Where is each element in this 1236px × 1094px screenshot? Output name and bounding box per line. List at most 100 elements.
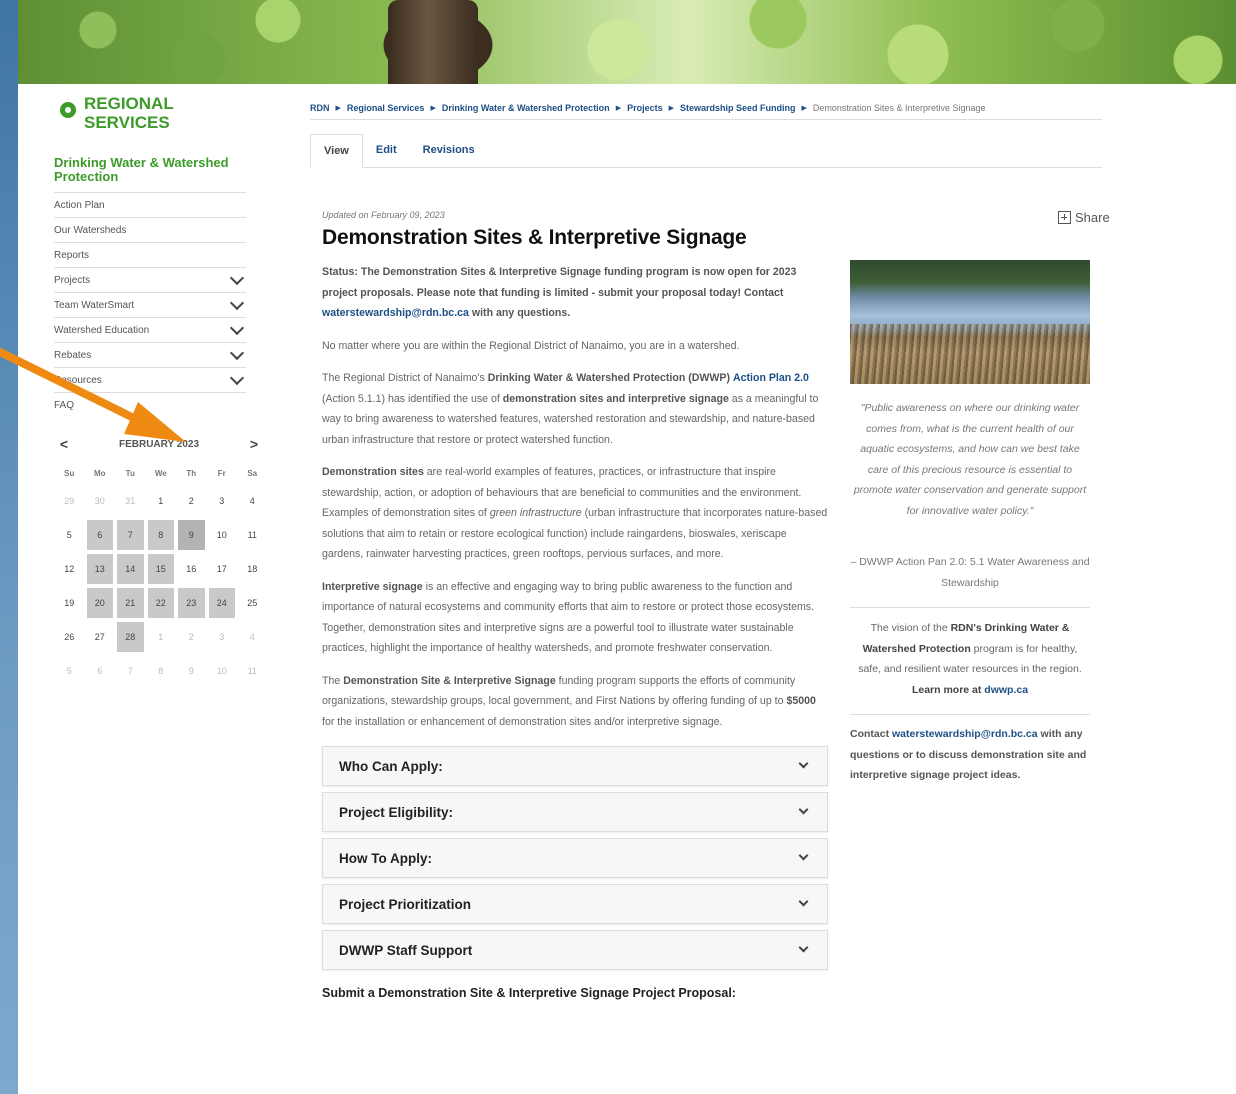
calendar-day[interactable]: 1 bbox=[148, 486, 175, 516]
sidebar-item-label: Team WaterSmart bbox=[54, 299, 135, 311]
tree-trunk bbox=[388, 0, 478, 84]
accordion-title: Project Eligibility: bbox=[339, 804, 454, 820]
contact-email-link[interactable]: waterstewardship@rdn.bc.ca bbox=[892, 728, 1038, 740]
calendar-weekday: Tu bbox=[125, 469, 135, 478]
calendar-weekday: Mo bbox=[93, 469, 106, 478]
calendar-day[interactable]: 4 bbox=[239, 622, 266, 652]
accordion-project-eligibility[interactable]: Project Eligibility: bbox=[322, 792, 828, 832]
calendar-day[interactable]: 9 bbox=[178, 520, 205, 550]
accordion-dwwp-staff-support[interactable]: DWWP Staff Support bbox=[322, 930, 828, 970]
calendar-day[interactable]: 18 bbox=[239, 554, 266, 584]
tab-edit[interactable]: Edit bbox=[363, 134, 410, 167]
sidebar-item-label: Rebates bbox=[54, 349, 92, 361]
calendar-next-button[interactable]: > bbox=[244, 436, 264, 452]
calendar-day[interactable]: 15 bbox=[147, 554, 174, 584]
share-button[interactable]: Share bbox=[1058, 210, 1110, 225]
calendar-day[interactable]: 28 bbox=[117, 622, 144, 652]
calendar-day[interactable]: 3 bbox=[209, 486, 236, 516]
calendar-day[interactable]: 26 bbox=[56, 622, 83, 652]
action-plan-link[interactable]: Action Plan 2.0 bbox=[733, 372, 809, 384]
sidebar-item-team-watersmart[interactable]: Team WaterSmart bbox=[54, 292, 246, 317]
sidebar-item-rebates[interactable]: Rebates bbox=[54, 342, 246, 367]
tab-view[interactable]: View bbox=[310, 134, 363, 168]
calendar-day[interactable]: 2 bbox=[178, 622, 205, 652]
calendar-day[interactable]: 30 bbox=[87, 486, 114, 516]
status-email-link[interactable]: waterstewardship@rdn.bc.ca bbox=[322, 307, 469, 319]
accordion-title: DWWP Staff Support bbox=[339, 942, 473, 958]
chevron-down-icon[interactable] bbox=[229, 320, 245, 335]
accordion-who-can-apply[interactable]: Who Can Apply: bbox=[322, 746, 828, 786]
breadcrumb-link[interactable]: Regional Services bbox=[347, 103, 425, 113]
calendar-day[interactable]: 9 bbox=[178, 656, 205, 686]
calendar-day[interactable]: 16 bbox=[178, 554, 205, 584]
calendar-day[interactable]: 6 bbox=[87, 656, 114, 686]
calendar-day[interactable]: 11 bbox=[239, 520, 266, 550]
calendar-day[interactable]: 4 bbox=[239, 486, 266, 516]
sidebar-item-watershed-education[interactable]: Watershed Education bbox=[54, 317, 246, 342]
chevron-down-icon[interactable] bbox=[229, 370, 245, 385]
calendar-weekday: Th bbox=[186, 469, 197, 478]
sidebar-item-resources[interactable]: Resources bbox=[54, 367, 246, 392]
calendar-day[interactable]: 29 bbox=[56, 486, 83, 516]
sidebar-section-title[interactable]: Drinking Water & Watershed Protection bbox=[54, 156, 246, 184]
text: The Regional District of Nanaimo's bbox=[322, 372, 488, 384]
calendar-day[interactable]: 21 bbox=[117, 588, 144, 618]
breadcrumb-separator-icon: ▶ bbox=[615, 104, 622, 112]
main-content: Updated on February 09, 2023 Demonstrati… bbox=[322, 210, 828, 1000]
breadcrumb-separator-icon: ▶ bbox=[801, 104, 807, 112]
sidebar-item-action-plan[interactable]: Action Plan bbox=[54, 192, 246, 217]
calendar: < FEBRUARY 2023 > Su Mo Tu We Th Fr Sa 29 30 31 1 2… bbox=[54, 434, 264, 688]
calendar-day[interactable]: 13 bbox=[86, 554, 113, 584]
breadcrumb-link[interactable]: Projects bbox=[627, 103, 663, 113]
accordion-project-prioritization[interactable]: Project Prioritization bbox=[322, 884, 828, 924]
dwwp-link[interactable]: dwwp.ca bbox=[984, 684, 1028, 696]
calendar-weekday: We bbox=[154, 469, 167, 478]
breadcrumb-link[interactable]: RDN bbox=[310, 103, 330, 113]
calendar-day[interactable]: 7 bbox=[117, 656, 144, 686]
calendar-day[interactable]: 8 bbox=[147, 520, 174, 550]
calendar-day[interactable]: 8 bbox=[148, 656, 175, 686]
sidebar-item-faq[interactable]: FAQ bbox=[54, 392, 246, 417]
chevron-down-icon[interactable] bbox=[229, 295, 245, 310]
interpretive-signage-paragraph: Interpretive signage is an effective and… bbox=[322, 577, 828, 659]
calendar-day[interactable]: 7 bbox=[117, 520, 144, 550]
chevron-down-icon[interactable] bbox=[229, 345, 245, 360]
sidebar-item-label: Resources bbox=[54, 374, 102, 386]
calendar-day[interactable]: 17 bbox=[209, 554, 236, 584]
calendar-day[interactable]: 24 bbox=[208, 588, 235, 618]
regional-services-logo[interactable]: REGIONAL SERVICES bbox=[60, 94, 174, 132]
calendar-day[interactable]: 5 bbox=[56, 520, 83, 550]
calendar-day[interactable]: 10 bbox=[209, 520, 236, 550]
sidebar-item-label: Projects bbox=[54, 274, 91, 286]
calendar-month-label: FEBRUARY 2023 bbox=[118, 438, 200, 450]
sidebar-nav: Action Plan Our Watersheds Reports Proje… bbox=[54, 192, 246, 417]
calendar-day[interactable]: 31 bbox=[117, 486, 144, 516]
calendar-day[interactable]: 6 bbox=[86, 520, 113, 550]
calendar-day[interactable]: 11 bbox=[239, 656, 266, 686]
tab-revisions[interactable]: Revisions bbox=[410, 134, 488, 167]
calendar-day[interactable]: 14 bbox=[117, 554, 144, 584]
calendar-day[interactable]: 20 bbox=[86, 588, 113, 618]
calendar-day[interactable]: 3 bbox=[209, 622, 236, 652]
calendar-day[interactable]: 19 bbox=[56, 588, 83, 618]
sidebar-item-projects[interactable]: Projects bbox=[54, 267, 246, 292]
calendar-day[interactable]: 23 bbox=[178, 588, 205, 618]
accordion-how-to-apply[interactable]: How To Apply: bbox=[322, 838, 828, 878]
calendar-day[interactable]: 1 bbox=[148, 622, 175, 652]
breadcrumb-link[interactable]: Stewardship Seed Funding bbox=[680, 103, 796, 113]
calendar-prev-button[interactable]: < bbox=[54, 436, 74, 452]
calendar-day[interactable]: 10 bbox=[209, 656, 236, 686]
calendar-day[interactable]: 12 bbox=[56, 554, 83, 584]
calendar-day[interactable]: 27 bbox=[87, 622, 114, 652]
calendar-day[interactable]: 25 bbox=[239, 588, 266, 618]
sidebar-item-reports[interactable]: Reports bbox=[54, 242, 246, 267]
breadcrumb-link[interactable]: Drinking Water & Watershed Protection bbox=[442, 103, 610, 113]
sidebar-item-our-watersheds[interactable]: Our Watersheds bbox=[54, 217, 246, 242]
calendar-header: < FEBRUARY 2023 > bbox=[54, 434, 264, 454]
calendar-day[interactable]: 2 bbox=[178, 486, 205, 516]
tab-bar: View Edit Revisions bbox=[310, 134, 1102, 168]
chevron-down-icon[interactable] bbox=[229, 270, 245, 285]
text: (Action 5.1.1) has identified the use of bbox=[322, 392, 503, 405]
calendar-day[interactable]: 5 bbox=[56, 656, 83, 686]
calendar-day[interactable]: 22 bbox=[147, 588, 174, 618]
